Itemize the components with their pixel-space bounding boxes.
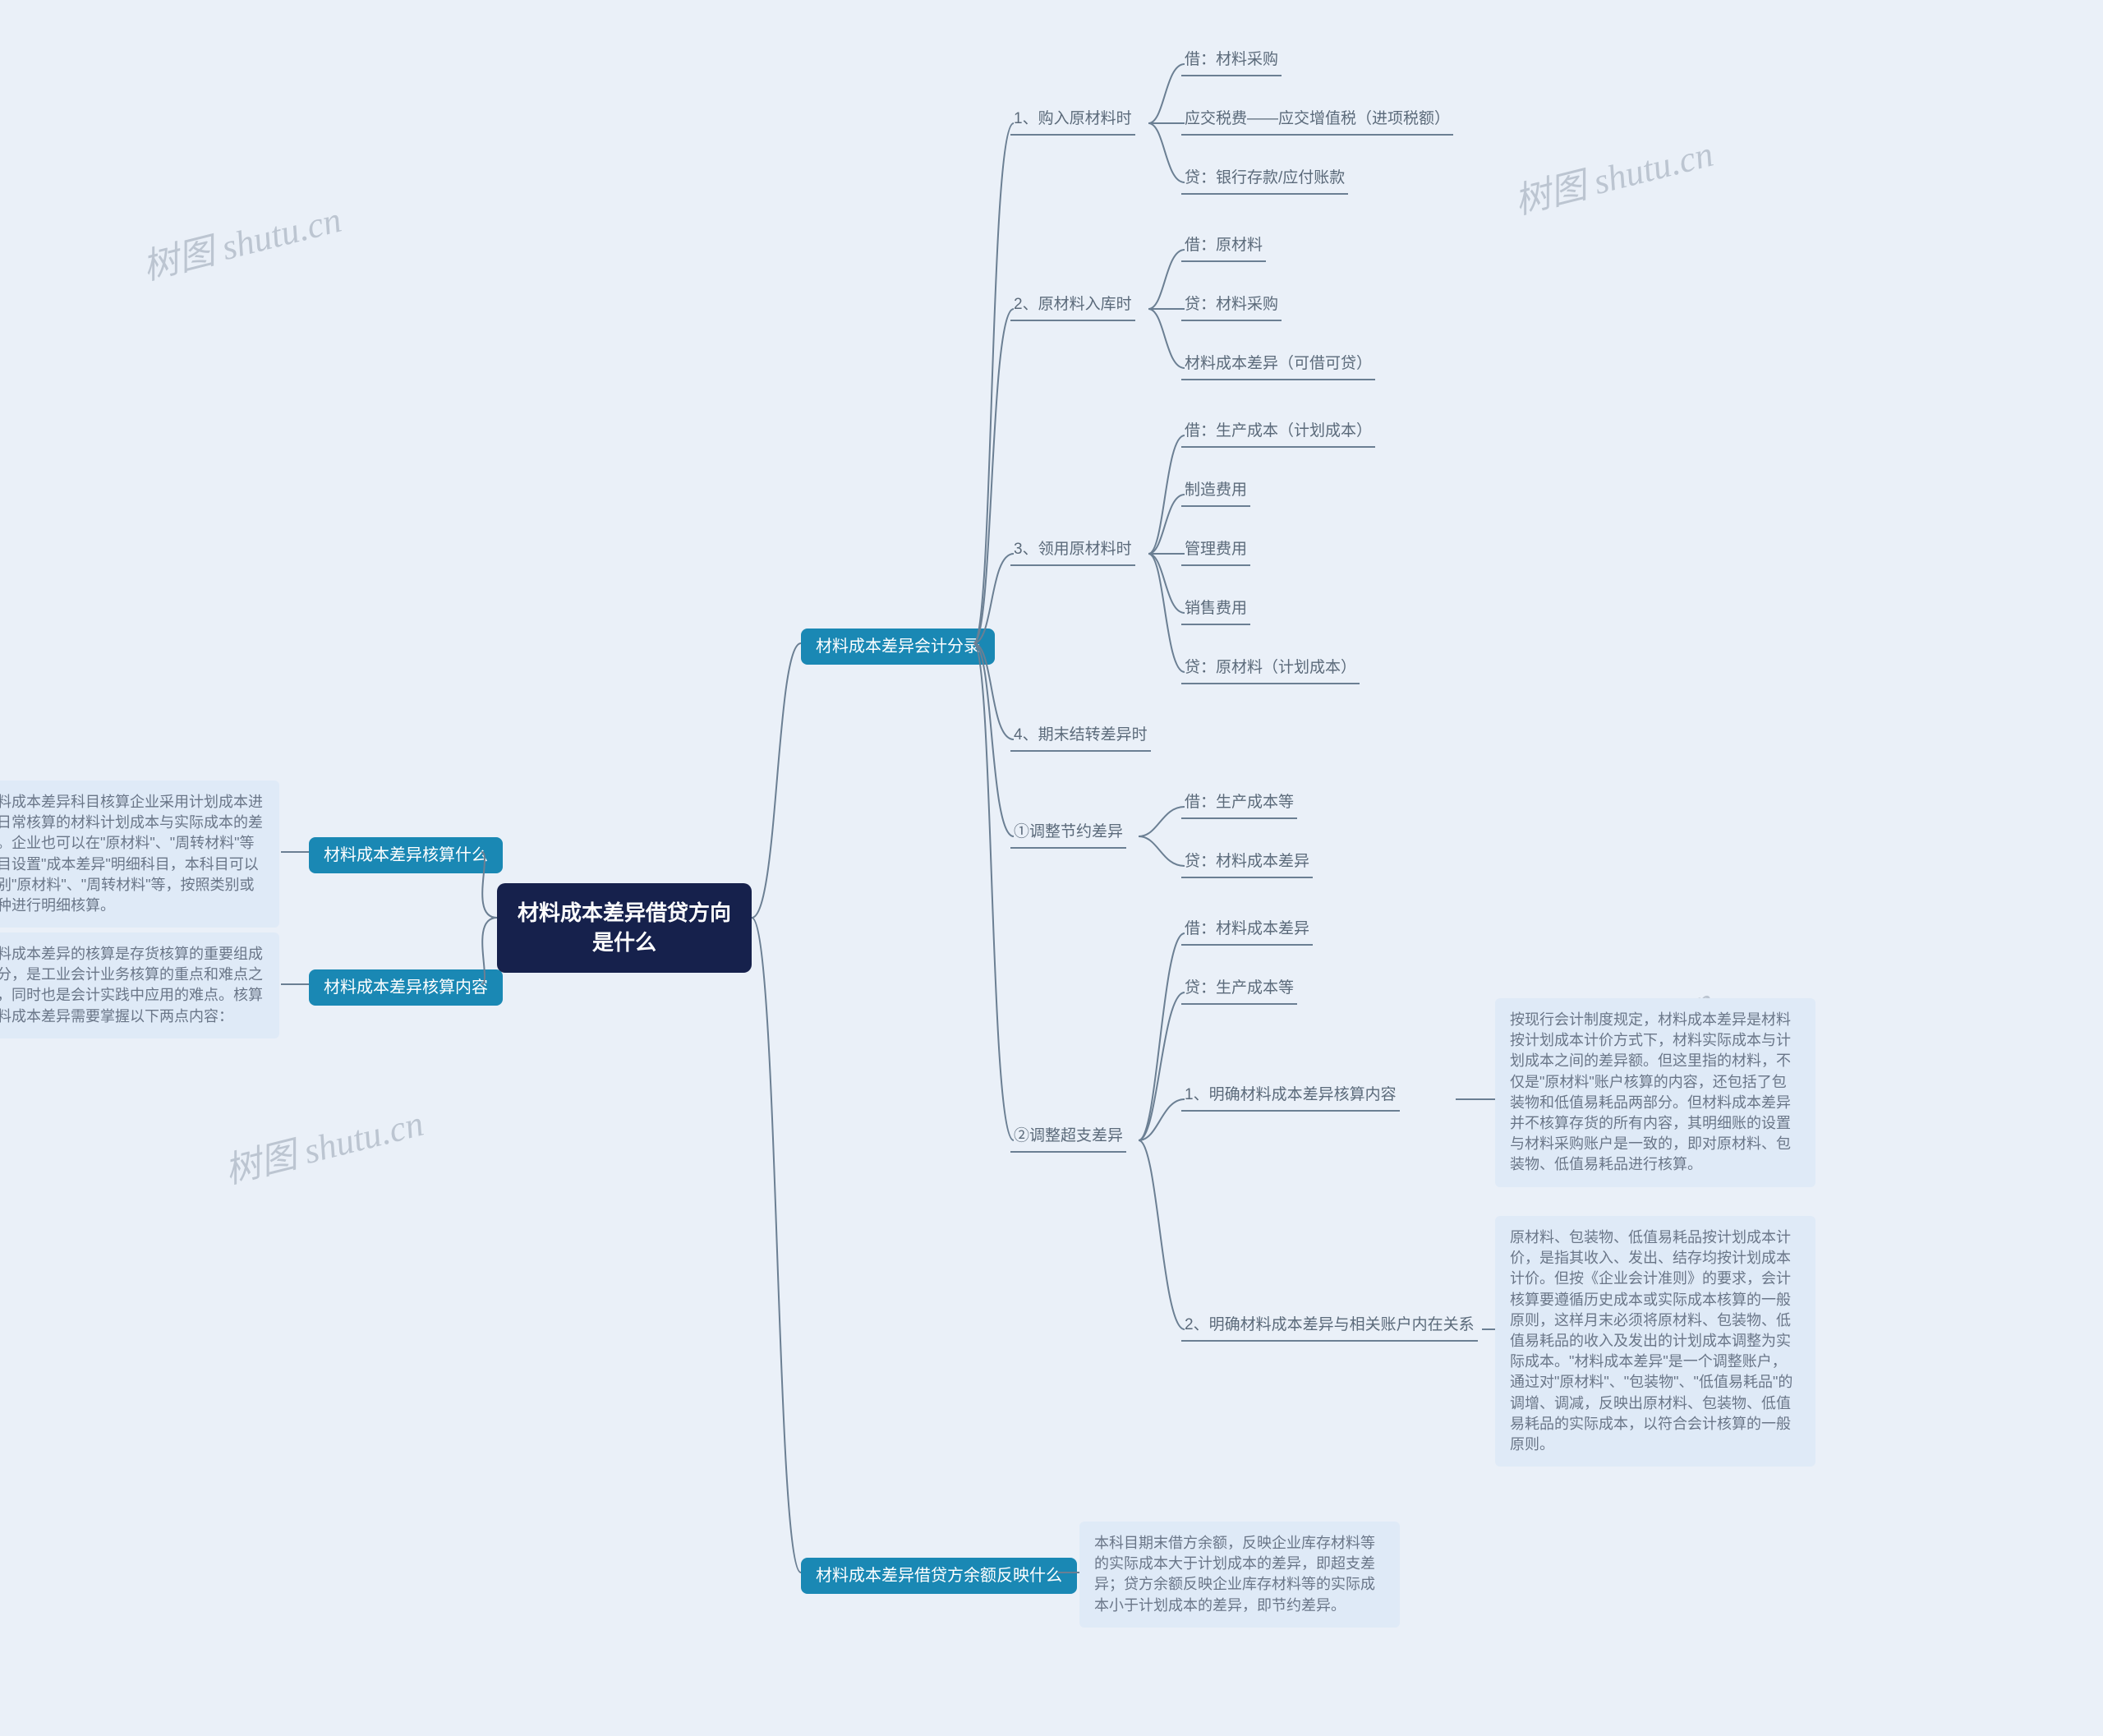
s3-d: 销售费用: [1185, 598, 1247, 620]
s3-label[interactable]: 3、领用原材料时: [1014, 539, 1132, 561]
s2-c: 材料成本差异（可借可贷）: [1185, 353, 1372, 375]
s6-c-desc: 按现行会计制度规定，材料成本差异是材料按计划成本计价方式下，材料实际成本与计划成…: [1495, 998, 1815, 1187]
watermark: 树图 shutu.cn: [219, 1094, 428, 1194]
s1-a: 借：材料采购: [1185, 49, 1278, 71]
s6-label[interactable]: ②调整超支差异: [1014, 1126, 1123, 1148]
s2-b: 贷：材料采购: [1185, 294, 1278, 316]
s5-a: 借：生产成本等: [1185, 792, 1294, 814]
s3-e: 贷：原材料（计划成本）: [1185, 657, 1356, 679]
s1-b: 应交税费——应交增值税（进项税额）: [1185, 108, 1450, 131]
right-cat-2-desc: 本科目期末借方余额，反映企业库存材料等的实际成本大于计划成本的差异，即超支差异；…: [1079, 1522, 1400, 1628]
left-desc-1: 材料成本差异科目核算企业采用计划成本进行日常核算的材料计划成本与实际成本的差额。…: [0, 781, 279, 928]
s6-b: 贷：生产成本等: [1185, 978, 1294, 1000]
s6-c-label[interactable]: 1、明确材料成本差异核算内容: [1185, 1084, 1397, 1107]
s5-b: 贷：材料成本差异: [1185, 851, 1309, 873]
s2-a: 借：原材料: [1185, 235, 1263, 257]
s5-label[interactable]: ①调整节约差异: [1014, 822, 1123, 844]
right-cat-2[interactable]: 材料成本差异借贷方余额反映什么: [801, 1558, 1077, 1594]
s1-label[interactable]: 1、购入原材料时: [1014, 108, 1132, 131]
s2-label[interactable]: 2、原材料入库时: [1014, 294, 1132, 316]
s6-d-label[interactable]: 2、明确材料成本差异与相关账户内在关系: [1185, 1315, 1475, 1337]
s1-c: 贷：银行存款/应付账款: [1185, 168, 1345, 190]
s6-d-desc: 原材料、包装物、低值易耗品按计划成本计价，是指其收入、发出、结存均按计划成本计价…: [1495, 1216, 1815, 1467]
watermark: 树图 shutu.cn: [136, 190, 346, 290]
left-cat-1[interactable]: 材料成本差异核算什么: [309, 837, 503, 873]
mindmap-canvas: 树图 shutu.cn 树图 shutu.cn 树图 shutu.cn 树图 s…: [0, 0, 2103, 1736]
left-cat-2[interactable]: 材料成本差异核算内容: [309, 969, 503, 1006]
s3-a: 借：生产成本（计划成本）: [1185, 421, 1372, 443]
s3-b: 制造费用: [1185, 480, 1247, 502]
s6-a: 借：材料成本差异: [1185, 919, 1309, 941]
left-desc-2: 材料成本差异的核算是存货核算的重要组成部分，是工业会计业务核算的重点和难点之一，…: [0, 932, 279, 1038]
s3-c: 管理费用: [1185, 539, 1247, 561]
root-node[interactable]: 材料成本差异借贷方向是什么: [497, 883, 752, 973]
s4-label[interactable]: 4、期末结转差异时: [1014, 725, 1148, 747]
right-cat-1[interactable]: 材料成本差异会计分录: [801, 629, 995, 665]
watermark: 树图 shutu.cn: [1508, 124, 1718, 224]
